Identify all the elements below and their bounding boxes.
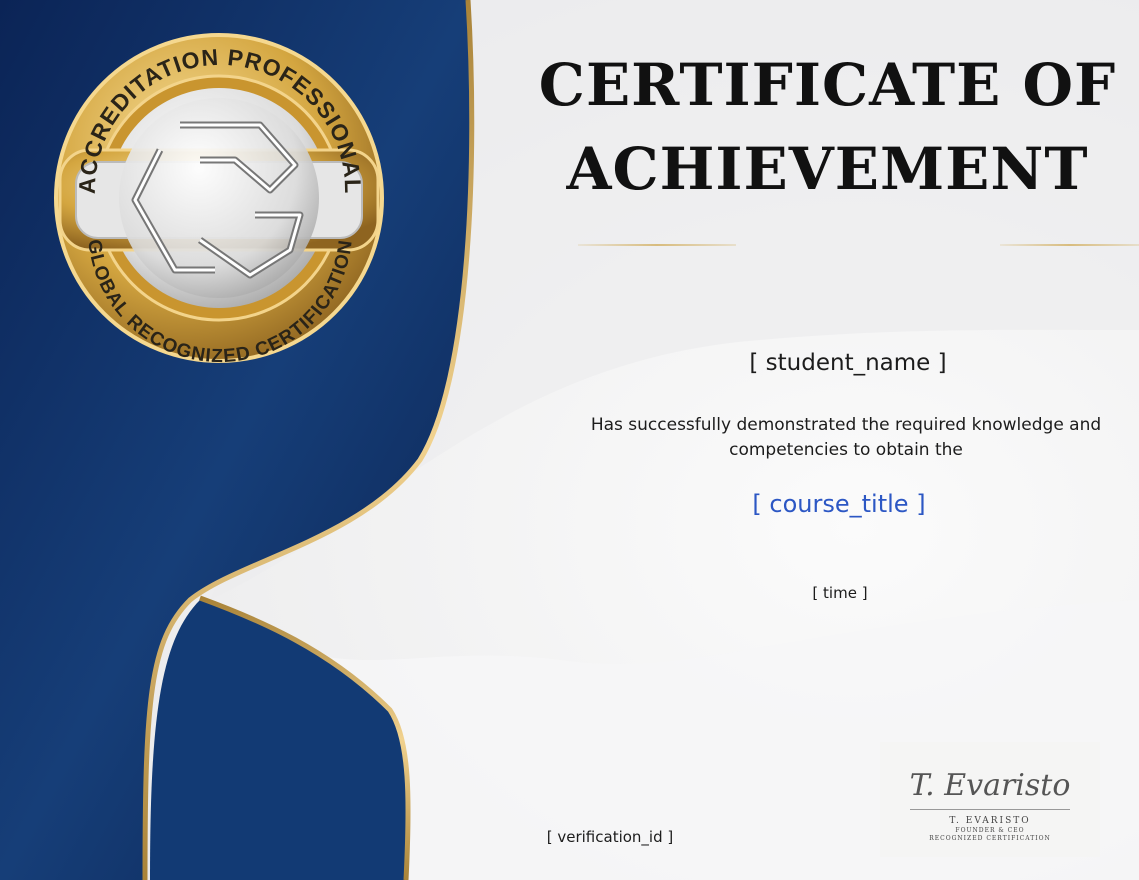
signature-line bbox=[910, 809, 1070, 810]
verification-id: [ verification_id ] bbox=[546, 828, 674, 846]
description-line1: Has successfully demonstrated the requir… bbox=[590, 415, 1102, 435]
divider-right bbox=[1000, 244, 1139, 246]
signature-script: T. Evaristo bbox=[909, 768, 1071, 803]
certificate-title-line2: ACHIEVEMENT bbox=[566, 135, 1089, 203]
description-line2: competencies to obtain the bbox=[729, 440, 963, 460]
completion-time: [ time ] bbox=[812, 584, 868, 602]
signer-name: T. EVARISTO bbox=[949, 816, 1031, 826]
course-title: [ course_title ] bbox=[752, 490, 926, 518]
student-name: [ student_name ] bbox=[749, 350, 947, 376]
achievement-description: Has successfully demonstrated the requir… bbox=[575, 413, 1117, 463]
signer-org: RECOGNIZED CERTIFICATION bbox=[929, 835, 1051, 842]
signer-role: FOUNDER & CEO bbox=[955, 827, 1025, 834]
divider-left bbox=[578, 244, 736, 246]
certificate-title-line1: CERTIFICATE OF bbox=[538, 51, 1117, 119]
signature-block: T. Evaristo T. EVARISTO FOUNDER & CEO RE… bbox=[880, 742, 1100, 857]
